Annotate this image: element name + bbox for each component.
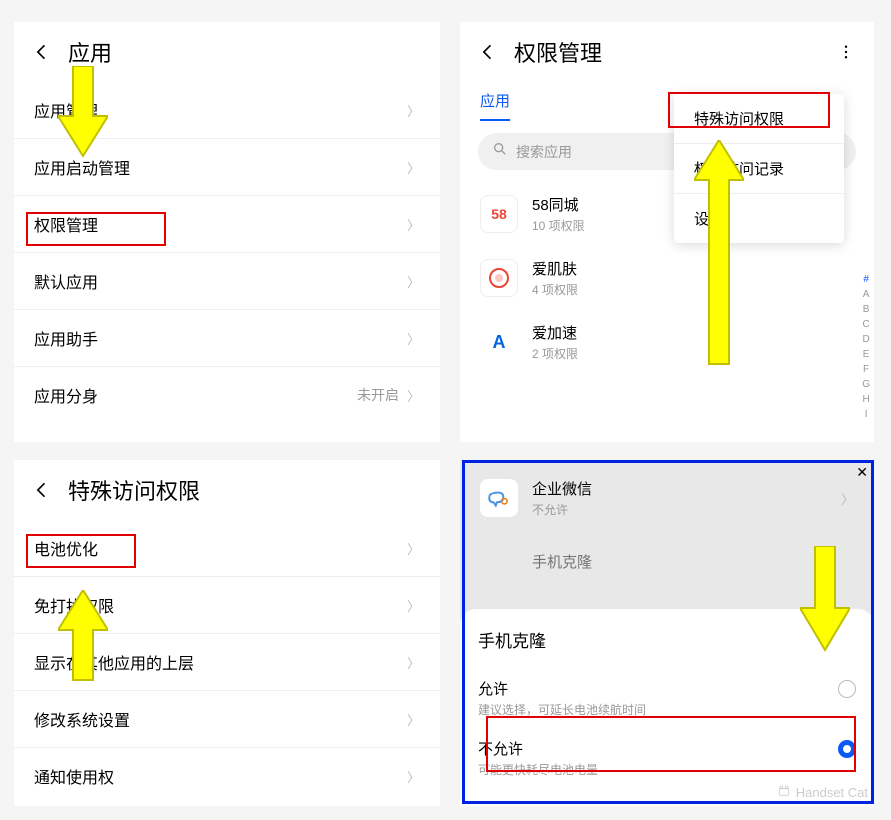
- search-placeholder: 搜索应用: [516, 142, 572, 162]
- watermark: Handset Cat: [776, 784, 868, 800]
- app-row[interactable]: 企业微信 不允许 〉: [460, 466, 874, 530]
- page-title: 特殊访问权限: [68, 474, 200, 506]
- app-row[interactable]: 手机克隆: [460, 530, 874, 592]
- back-icon[interactable]: [30, 40, 54, 64]
- radio-option-allow[interactable]: 允许 建议选择，可延长电池续航时间: [478, 668, 856, 728]
- list-item-app-twin[interactable]: 应用分身 未开启 〉: [14, 367, 440, 423]
- list-item-default-app[interactable]: 默认应用 〉: [14, 253, 440, 310]
- radio-icon-selected: [838, 740, 856, 758]
- chevron-icon: 〉: [841, 489, 854, 508]
- chevron-icon: 〉: [407, 539, 420, 558]
- chevron-icon: 〉: [407, 101, 420, 120]
- app-row[interactable]: 爱肌肤 4 项权限: [460, 246, 874, 310]
- menu-settings[interactable]: 设置: [674, 194, 844, 243]
- page-title: 应用: [68, 36, 112, 68]
- chevron-icon: 〉: [407, 272, 420, 291]
- list-item-overlay[interactable]: 显示在其他应用的上层 〉: [14, 634, 440, 691]
- radio-icon: [838, 680, 856, 698]
- app-icon-58: 58: [480, 195, 518, 233]
- action-sheet: 手机克隆 允许 建议选择，可延长电池续航时间 不允许 可能更快耗尽电池电量 Ha…: [460, 609, 874, 806]
- overflow-menu: 特殊访问权限 权限访问记录 设置: [674, 94, 844, 243]
- header: 权限管理: [460, 22, 874, 82]
- sheet-title: 手机克隆: [478, 627, 856, 652]
- tab-apps[interactable]: 应用: [480, 82, 510, 121]
- battery-opt-dialog-panel: 企业微信 不允许 〉 手机克隆 手机克隆 允许 建议选择，可延长电池续航时间 不…: [460, 460, 874, 806]
- settings-list: 电池优化 〉 免打扰权限 〉 显示在其他应用的上层 〉 修改系统设置 〉 通知使…: [14, 520, 440, 804]
- apps-settings-panel: 应用 应用管理 〉 应用启动管理 〉 权限管理 〉 默认应用 〉 应用助手 〉 …: [14, 22, 440, 442]
- permission-manage-panel: 权限管理 应用 搜索应用 58 58同城 10 项权限 爱肌肤 4 项权限: [460, 22, 874, 442]
- header: 特殊访问权限: [14, 460, 440, 520]
- chevron-icon: 〉: [407, 596, 420, 615]
- chevron-icon: 〉: [407, 386, 420, 405]
- app-icon-wecom: [480, 479, 518, 517]
- list-item-app-launch[interactable]: 应用启动管理 〉: [14, 139, 440, 196]
- chevron-icon: 〉: [407, 767, 420, 786]
- menu-access-log[interactable]: 权限访问记录: [674, 144, 844, 194]
- back-icon[interactable]: [30, 478, 54, 502]
- close-icon[interactable]: ✕: [856, 464, 868, 481]
- app-icon-clone: [480, 542, 518, 580]
- index-bar[interactable]: # A B C D E F G H I: [862, 272, 870, 422]
- app-row[interactable]: A 爱加速 2 项权限: [460, 310, 874, 374]
- chevron-icon: 〉: [407, 215, 420, 234]
- chevron-icon: 〉: [407, 710, 420, 729]
- more-icon[interactable]: [834, 40, 858, 64]
- app-icon-aijiasu: A: [480, 323, 518, 361]
- page-title: 权限管理: [514, 36, 602, 68]
- search-icon: [492, 141, 508, 162]
- header: 应用: [14, 22, 440, 82]
- back-icon[interactable]: [476, 40, 500, 64]
- settings-list: 应用管理 〉 应用启动管理 〉 权限管理 〉 默认应用 〉 应用助手 〉 应用分…: [14, 82, 440, 423]
- list-item-app-manage[interactable]: 应用管理 〉: [14, 82, 440, 139]
- chevron-icon: 〉: [407, 158, 420, 177]
- list-item-dnd-permission[interactable]: 免打扰权限 〉: [14, 577, 440, 634]
- list-item-battery-opt[interactable]: 电池优化 〉: [14, 520, 440, 577]
- list-item-modify-settings[interactable]: 修改系统设置 〉: [14, 691, 440, 748]
- chevron-icon: 〉: [407, 329, 420, 348]
- list-item-app-assistant[interactable]: 应用助手 〉: [14, 310, 440, 367]
- radio-option-disallow[interactable]: 不允许 可能更快耗尽电池电量: [478, 728, 856, 788]
- list-item-permission-manage[interactable]: 权限管理 〉: [14, 196, 440, 253]
- menu-special-access[interactable]: 特殊访问权限: [674, 94, 844, 144]
- chevron-icon: 〉: [407, 653, 420, 672]
- special-access-panel: 特殊访问权限 电池优化 〉 免打扰权限 〉 显示在其他应用的上层 〉 修改系统设…: [14, 460, 440, 806]
- list-item-notification-access[interactable]: 通知使用权 〉: [14, 748, 440, 804]
- app-icon-aijifu: [480, 259, 518, 297]
